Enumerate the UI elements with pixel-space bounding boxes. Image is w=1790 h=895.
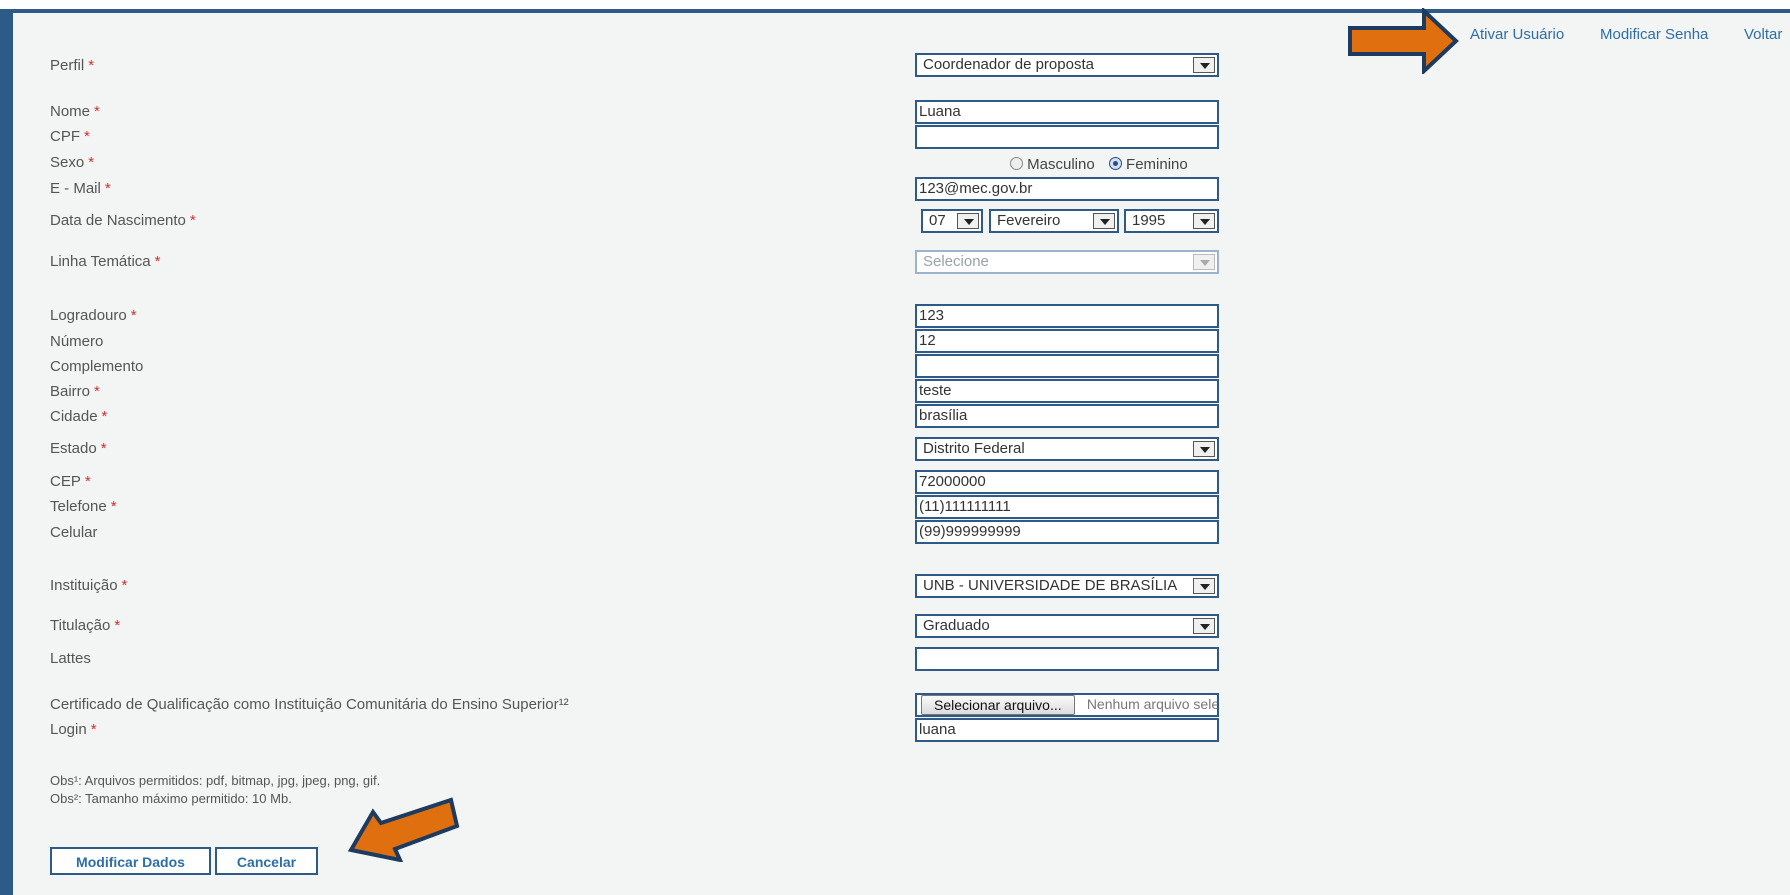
nome-label: Nome * — [50, 103, 100, 120]
certificado-label: Certificado de Qualificação como Institu… — [50, 696, 569, 713]
titulacao-select[interactable]: Graduado — [915, 614, 1219, 638]
sexo-radio-group: Masculino Feminino — [1010, 156, 1188, 173]
linha-tematica-placeholder: Selecione — [923, 253, 989, 270]
perfil-label: Perfil * — [50, 57, 95, 74]
lattes-field[interactable] — [915, 647, 1219, 671]
email-field[interactable]: 123@mec.gov.br — [915, 177, 1219, 201]
linha-tematica-label: Linha Temática * — [50, 253, 161, 270]
perfil-value: Coordenador de proposta — [923, 56, 1094, 73]
mes-select[interactable]: Fevereiro — [989, 209, 1119, 233]
celular-label: Celular — [50, 524, 98, 541]
estado-select[interactable]: Distrito Federal — [915, 437, 1219, 461]
feminino-radio[interactable] — [1108, 157, 1122, 170]
chevron-down-icon[interactable] — [1193, 213, 1215, 229]
instituicao-select[interactable]: UNB - UNIVERSIDADE DE BRASÍLIA — [915, 574, 1219, 598]
modificar-senha-link[interactable]: Modificar Senha — [1600, 26, 1708, 43]
file-status: Nenhum arquivo selecionado — [1086, 696, 1219, 712]
ano-select[interactable]: 1995 — [1124, 209, 1219, 233]
chevron-down-icon[interactable] — [957, 213, 979, 229]
login-label: Login * — [50, 721, 97, 738]
cpf-field[interactable] — [915, 125, 1219, 149]
top-border — [0, 0, 1790, 13]
complemento-label: Complemento — [50, 358, 144, 375]
celular-field[interactable]: (99)999999999 — [915, 520, 1219, 544]
logradouro-label: Logradouro * — [50, 307, 137, 324]
bairro-label: Bairro * — [50, 383, 100, 400]
complemento-field[interactable] — [915, 354, 1219, 378]
masculino-radio[interactable] — [1010, 157, 1023, 170]
obs-line-2: Obs²: Tamanho máximo permitido: 10 Mb. — [50, 791, 292, 806]
telefone-field[interactable]: (11)111111111 — [915, 495, 1219, 519]
titulacao-value: Graduado — [923, 617, 990, 634]
cep-label: CEP * — [50, 473, 91, 490]
sexo-label: Sexo * — [50, 154, 95, 171]
telefone-label: Telefone * — [50, 498, 117, 515]
left-border — [0, 9, 13, 895]
chevron-down-icon[interactable] — [1193, 618, 1215, 634]
certificado-file-input[interactable]: Selecionar arquivo... Nenhum arquivo sel… — [915, 693, 1219, 717]
annotation-arrow-right-icon — [1348, 8, 1459, 74]
numero-field[interactable]: 12 — [915, 329, 1219, 353]
cpf-label: CPF * — [50, 128, 90, 145]
chevron-down-icon[interactable] — [1193, 254, 1215, 270]
instituicao-value: UNB - UNIVERSIDADE DE BRASÍLIA — [923, 577, 1178, 594]
voltar-link[interactable]: Voltar — [1744, 26, 1782, 43]
logradouro-field[interactable]: 123 — [915, 304, 1219, 328]
lattes-label: Lattes — [50, 650, 91, 667]
linha-tematica-select[interactable]: Selecione — [915, 250, 1219, 274]
bairro-field[interactable]: teste — [915, 379, 1219, 403]
masculino-label: Masculino — [1027, 156, 1095, 173]
form-panel — [13, 13, 1790, 895]
feminino-label: Feminino — [1126, 156, 1188, 173]
chevron-down-icon[interactable] — [1193, 578, 1215, 594]
cep-field[interactable]: 72000000 — [915, 470, 1219, 494]
annotation-arrow-left-icon — [347, 797, 460, 862]
cidade-field[interactable]: brasília — [915, 404, 1219, 428]
selecionar-arquivo-button[interactable]: Selecionar arquivo... — [921, 695, 1075, 715]
obs-line-1: Obs¹: Arquivos permitidos: pdf, bitmap, … — [50, 773, 381, 788]
ano-value: 1995 — [1132, 212, 1166, 229]
cidade-label: Cidade * — [50, 408, 108, 425]
perfil-select[interactable]: Coordenador de proposta — [915, 53, 1219, 77]
nascimento-label: Data de Nascimento * — [50, 212, 196, 229]
dia-select[interactable]: 07 — [921, 209, 983, 233]
chevron-down-icon[interactable] — [1193, 441, 1215, 457]
estado-value: Distrito Federal — [923, 440, 1025, 457]
numero-label: Número — [50, 333, 104, 350]
modificar-dados-button[interactable]: Modificar Dados — [50, 847, 211, 875]
email-label: E - Mail * — [50, 180, 111, 197]
estado-label: Estado * — [50, 440, 107, 457]
cancelar-button[interactable]: Cancelar — [215, 847, 318, 875]
titulacao-label: Titulação * — [50, 617, 121, 634]
login-field[interactable]: luana — [915, 718, 1219, 742]
chevron-down-icon[interactable] — [1093, 213, 1115, 229]
instituicao-label: Instituição * — [50, 577, 128, 594]
mes-value: Fevereiro — [997, 212, 1061, 229]
ativar-usuario-link[interactable]: Ativar Usuário — [1470, 26, 1564, 43]
dia-value: 07 — [929, 212, 946, 229]
nome-field[interactable]: Luana — [915, 100, 1219, 124]
page-frame: Ativar Usuário Modificar Senha Voltar Pe… — [0, 0, 1790, 895]
chevron-down-icon[interactable] — [1193, 57, 1215, 73]
